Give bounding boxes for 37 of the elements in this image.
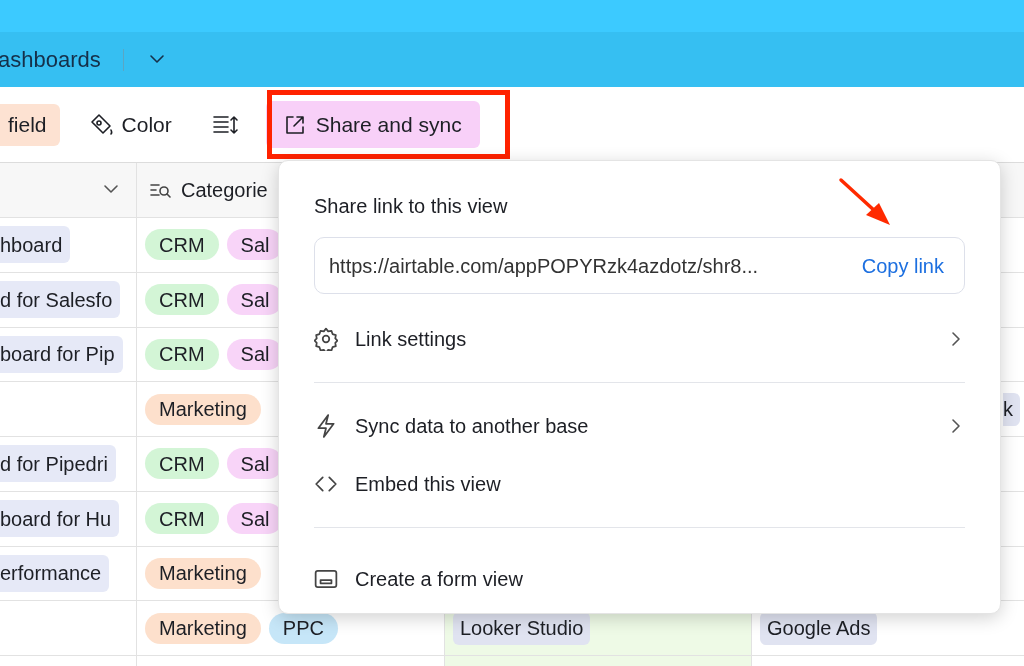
- category-tag: Sal: [226, 338, 278, 370]
- record-name: d for Salesfo: [0, 281, 121, 319]
- category-tag: Marketing: [145, 612, 261, 644]
- external-link-icon: [283, 113, 306, 136]
- share-link-field[interactable]: https://airtable.com/appPOPYRzk4azdotz/shr8... Copy link: [314, 237, 965, 294]
- category-tag: Sal: [226, 284, 278, 316]
- menu-item[interactable]: Link settings: [314, 310, 965, 368]
- record-name: erformance: [0, 554, 110, 592]
- category-tag: CRM: [145, 338, 219, 370]
- popover-title: Share link to this view: [314, 194, 508, 219]
- category-tag: Sal: [226, 448, 278, 480]
- record-name: board for Pip: [0, 335, 123, 373]
- category-tag: CRM: [145, 284, 219, 316]
- category-tag: CRM: [145, 503, 219, 535]
- record-name: board for Hu: [0, 500, 120, 538]
- menu-item[interactable]: Embed this view: [314, 455, 965, 513]
- category-tag: Marketing: [145, 393, 261, 425]
- form-icon: [314, 567, 338, 591]
- copy-link-button[interactable]: Copy link: [861, 250, 944, 281]
- platform-tag: k: [1003, 392, 1020, 426]
- category-tag: Sal: [226, 503, 278, 535]
- annotation-arrow: [839, 178, 890, 225]
- record-name: d for Pipedri: [0, 445, 116, 483]
- category-tag: PPC: [268, 612, 338, 644]
- record-name: hboard: [0, 226, 71, 264]
- category-tag: CRM: [145, 229, 219, 261]
- column-header[interactable]: Categorie: [181, 175, 268, 205]
- category-tag: CRM: [145, 448, 219, 480]
- field-button[interactable]: field: [0, 103, 60, 146]
- category-tag: Marketing: [145, 557, 261, 589]
- gear-icon: [314, 327, 338, 351]
- share-url: https://airtable.com/appPOPYRzk4azdotz/shr8...: [329, 253, 759, 279]
- share-and-sync-button[interactable]: Share and sync: [265, 101, 480, 148]
- menu-item[interactable]: Sync data to another base: [314, 397, 965, 455]
- menu-item[interactable]: Create a form view: [314, 550, 965, 608]
- color-button[interactable]: Color: [87, 103, 172, 146]
- category-tag: Sal: [226, 229, 278, 261]
